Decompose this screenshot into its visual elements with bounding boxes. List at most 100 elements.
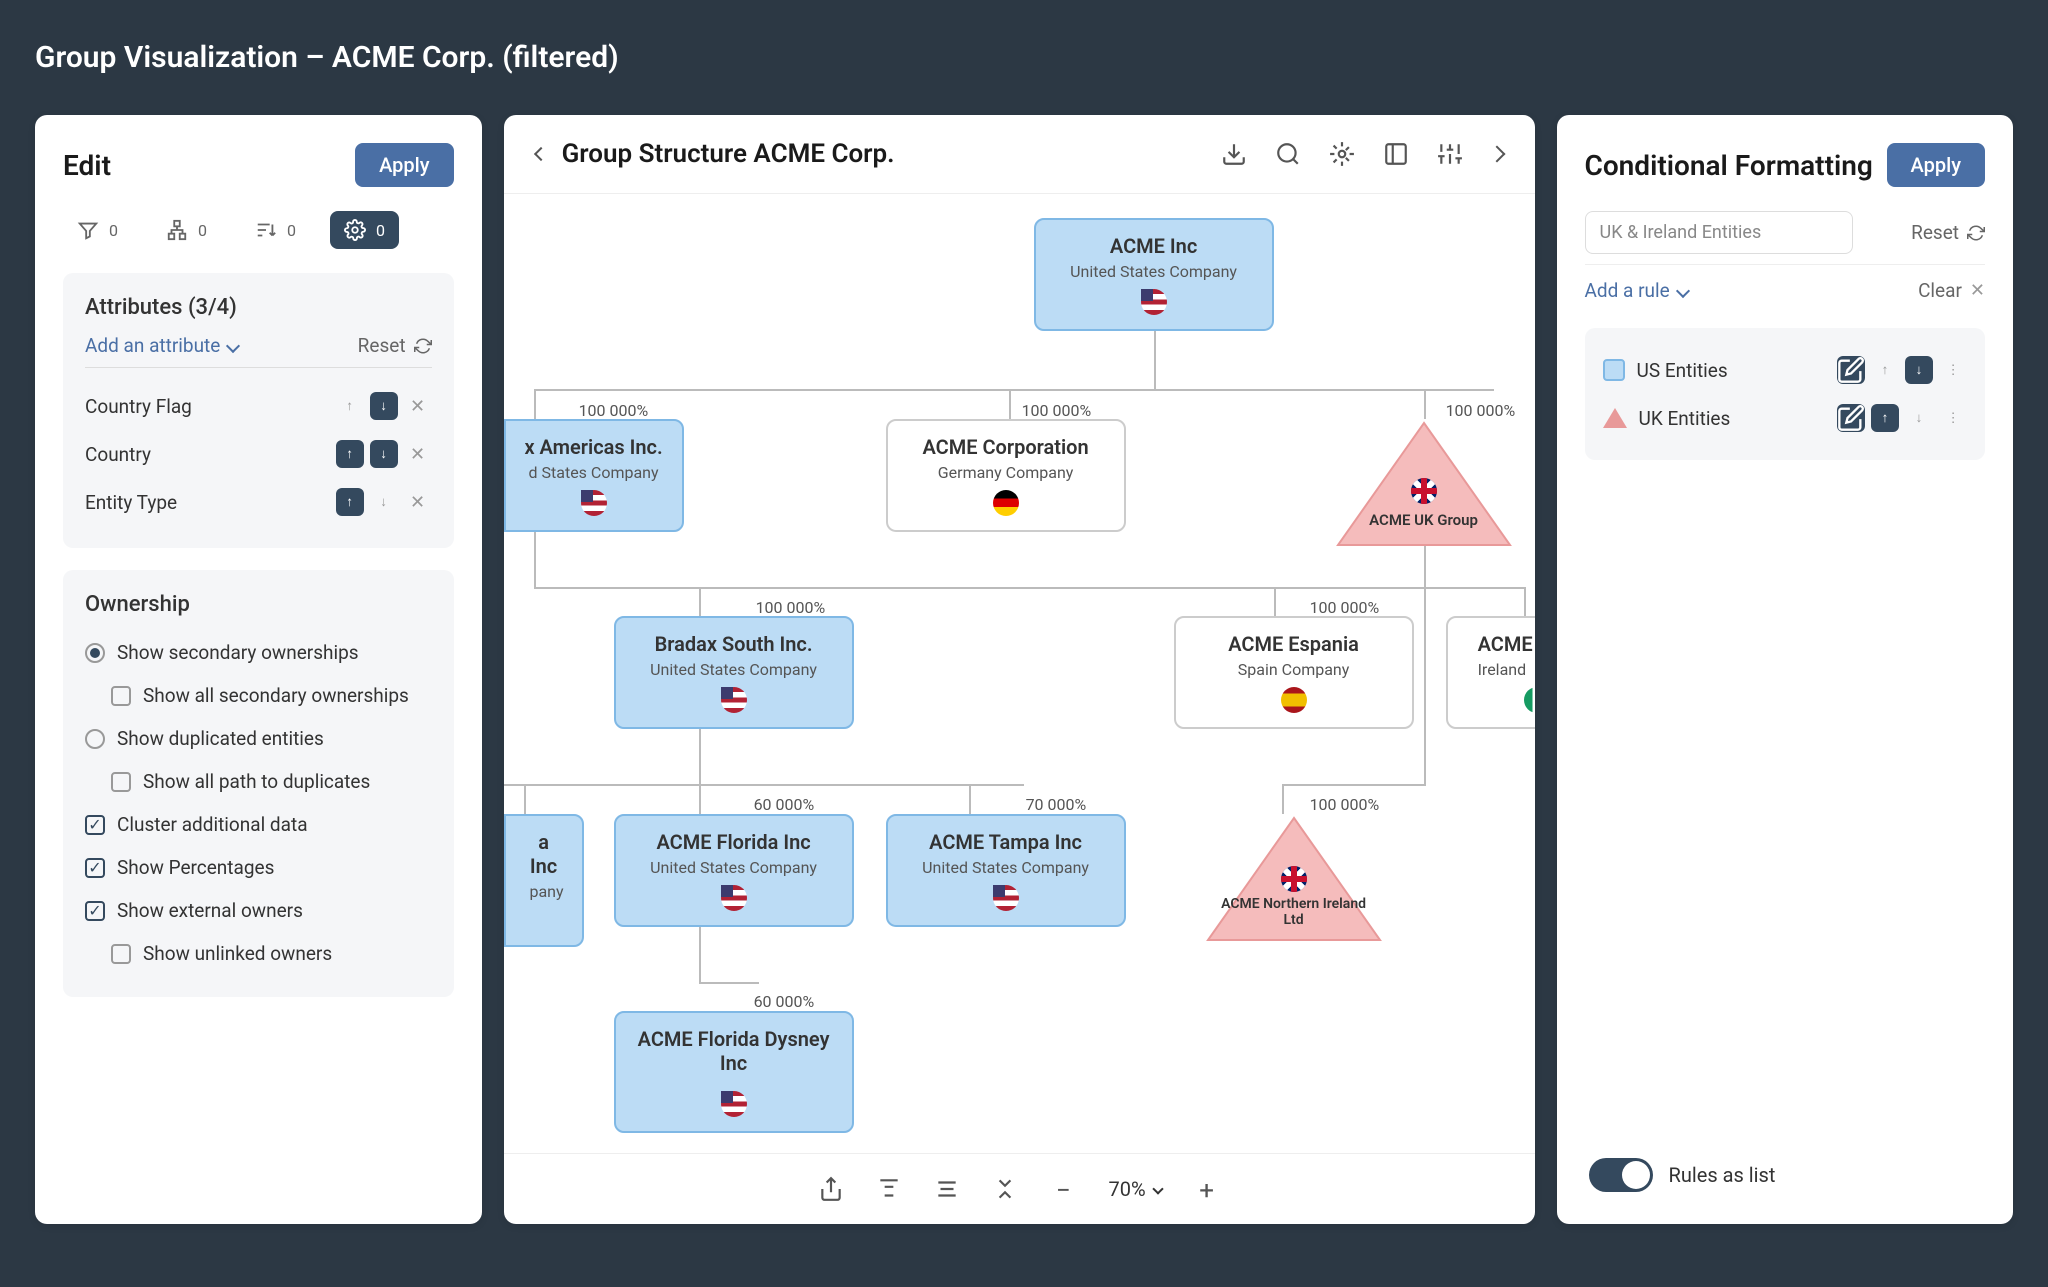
move-down-button[interactable]: ↓ xyxy=(370,488,398,516)
forward-button[interactable] xyxy=(1488,146,1505,163)
export-icon[interactable] xyxy=(818,1176,844,1202)
node-acme-inc[interactable]: ACME Inc United States Company xyxy=(1034,218,1274,331)
edge-label: 100 000% xyxy=(1446,401,1516,420)
opt-cluster[interactable]: ✓Cluster additional data xyxy=(85,803,432,846)
rule-name-input[interactable] xyxy=(1585,211,1853,254)
flag-de-icon xyxy=(993,490,1019,516)
edge-label: 100 000% xyxy=(1310,598,1380,617)
reset-attributes-link[interactable]: Reset xyxy=(358,334,432,357)
diagram-panel: Group Structure ACME Corp. xyxy=(504,115,1535,1224)
refresh-icon xyxy=(1967,224,1985,242)
node-uk-group[interactable]: ACME UK Group xyxy=(1334,419,1514,553)
gear-icon xyxy=(344,219,366,241)
attributes-title: Attributes (3/4) xyxy=(85,295,432,320)
more-button[interactable]: ⋮ xyxy=(1939,404,1967,432)
reset-link[interactable]: Reset xyxy=(1911,221,1985,244)
move-down-button[interactable]: ↓ xyxy=(370,392,398,420)
edit-button[interactable] xyxy=(1837,404,1865,432)
node-bradax[interactable]: Bradax South Inc. United States Company xyxy=(614,616,854,729)
close-icon: ✕ xyxy=(410,396,425,417)
tab-hierarchy[interactable]: 0 xyxy=(152,211,221,249)
back-button[interactable] xyxy=(533,147,547,161)
align-top-icon[interactable] xyxy=(876,1176,902,1202)
flag-es-icon xyxy=(1281,687,1307,713)
checkbox-icon: ✓ xyxy=(85,901,105,921)
clear-link[interactable]: Clear✕ xyxy=(1918,279,1985,302)
more-button[interactable]: ⋮ xyxy=(1939,356,1967,384)
move-up-button[interactable]: ↑ xyxy=(1871,356,1899,384)
apply-button[interactable]: Apply xyxy=(1887,143,1985,187)
node-ireland[interactable]: ACME Ireland xyxy=(1446,616,1535,729)
add-attribute-link[interactable]: Add an attribute xyxy=(85,334,238,357)
opt-all-secondary[interactable]: Show all secondary ownerships xyxy=(85,674,432,717)
chevron-down-icon xyxy=(226,338,240,352)
remove-button[interactable]: ✕ xyxy=(404,392,432,420)
node-tampa[interactable]: ACME Tampa Inc United States Company xyxy=(886,814,1126,927)
zoom-out-button[interactable]: − xyxy=(1050,1176,1076,1202)
edge-label: 60 000% xyxy=(754,992,815,1011)
zoom-level[interactable]: 70% xyxy=(1108,1177,1161,1201)
flag-uk-icon xyxy=(1411,478,1437,504)
triangle-icon xyxy=(1603,408,1627,428)
collapse-icon[interactable] xyxy=(992,1176,1018,1202)
toggle-label: Rules as list xyxy=(1669,1163,1776,1187)
move-up-button[interactable]: ↑ xyxy=(336,440,364,468)
node-florida[interactable]: ACME Florida Inc United States Company xyxy=(614,814,854,927)
opt-duplicated[interactable]: Show duplicated entities xyxy=(85,717,432,760)
conditional-panel: Conditional Formatting Apply Reset Add a… xyxy=(1557,115,2013,1224)
chevron-down-icon xyxy=(1676,283,1690,297)
opt-external[interactable]: ✓Show external owners xyxy=(85,889,432,932)
move-down-button[interactable]: ↓ xyxy=(370,440,398,468)
edge-label: 100 000% xyxy=(579,401,649,420)
node-dysney[interactable]: ACME Florida Dysney Inc xyxy=(614,1011,854,1133)
tab-sort[interactable]: 0 xyxy=(241,211,310,249)
checkbox-icon: ✓ xyxy=(85,858,105,878)
node-a-inc[interactable]: a Inc pany xyxy=(504,814,584,947)
move-up-button[interactable]: ↑ xyxy=(336,392,364,420)
flag-us-icon xyxy=(721,1091,747,1117)
checkbox-icon xyxy=(111,686,131,706)
add-rule-link[interactable]: Add a rule xyxy=(1585,279,1688,302)
page-title: Group Visualization – ACME Corp. (filter… xyxy=(0,0,2048,115)
tab-settings[interactable]: 0 xyxy=(330,211,399,249)
diagram-title: Group Structure ACME Corp. xyxy=(562,139,895,169)
node-corporation[interactable]: ACME Corporation Germany Company xyxy=(886,419,1126,532)
download-icon[interactable] xyxy=(1221,141,1247,167)
tab-filter[interactable]: 0 xyxy=(63,211,132,249)
flag-ie-icon xyxy=(1524,687,1535,713)
ownership-title: Ownership xyxy=(85,592,432,617)
node-northern-ireland[interactable]: ACME Northern Ireland Ltd xyxy=(1204,814,1384,948)
zoom-in-button[interactable]: + xyxy=(1194,1176,1220,1202)
align-center-icon[interactable] xyxy=(934,1176,960,1202)
opt-all-dup[interactable]: Show all path to duplicates xyxy=(85,760,432,803)
square-icon xyxy=(1603,359,1625,381)
edit-button[interactable] xyxy=(1837,356,1865,384)
close-icon: ✕ xyxy=(410,492,425,513)
opt-unlinked[interactable]: Show unlinked owners xyxy=(85,932,432,975)
gear-icon[interactable] xyxy=(1329,141,1355,167)
opt-secondary[interactable]: Show secondary ownerships xyxy=(85,631,432,674)
flag-us-icon xyxy=(993,885,1019,911)
node-americas[interactable]: x Americas Inc. d States Company xyxy=(504,419,684,532)
chart-canvas[interactable]: 100 000% 100 000% 100 000% 100 000% 100 … xyxy=(504,194,1535,1154)
move-down-button[interactable]: ↓ xyxy=(1905,356,1933,384)
rules-as-list-toggle[interactable] xyxy=(1589,1158,1653,1192)
expand-icon[interactable] xyxy=(1383,141,1409,167)
edit-panel: Edit Apply 0 0 0 0 Attributes (3/4) xyxy=(35,115,482,1224)
apply-button[interactable]: Apply xyxy=(355,143,453,187)
refresh-icon xyxy=(414,337,432,355)
move-up-button[interactable]: ↑ xyxy=(1871,404,1899,432)
chevron-down-icon xyxy=(1152,1183,1163,1194)
move-up-button[interactable]: ↑ xyxy=(336,488,364,516)
move-down-button[interactable]: ↓ xyxy=(1905,404,1933,432)
attr-row-country: Country ↑ ↓ ✕ xyxy=(85,430,432,478)
remove-button[interactable]: ✕ xyxy=(404,488,432,516)
sliders-icon[interactable] xyxy=(1437,141,1463,167)
checkbox-icon xyxy=(111,944,131,964)
search-icon[interactable] xyxy=(1275,141,1301,167)
opt-percentages[interactable]: ✓Show Percentages xyxy=(85,846,432,889)
edge-label: 60 000% xyxy=(754,795,815,814)
node-espania[interactable]: ACME Espania Spain Company xyxy=(1174,616,1414,729)
remove-button[interactable]: ✕ xyxy=(404,440,432,468)
rule-us-entities: US Entities ↑ ↓ ⋮ xyxy=(1603,346,1967,394)
